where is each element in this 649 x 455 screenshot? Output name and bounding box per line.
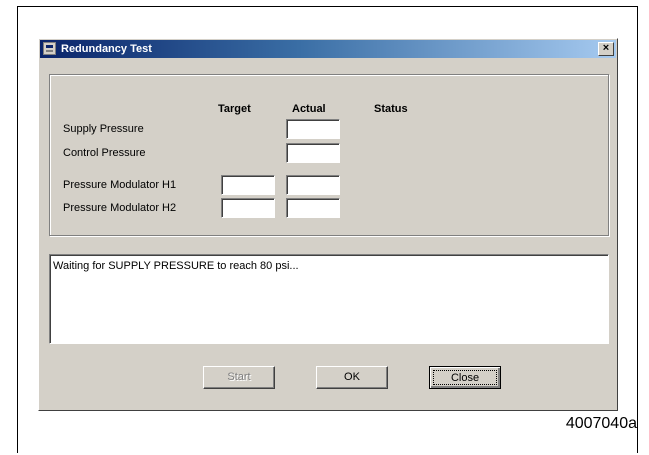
close-button[interactable]: Close (429, 366, 501, 389)
figure-code: 4007040a (565, 415, 637, 432)
title-bar[interactable]: Redundancy Test × (40, 40, 616, 58)
column-header-target: Target (218, 103, 251, 115)
app-icon (43, 42, 56, 55)
close-button-label: Close (450, 372, 480, 384)
ok-button-label: OK (344, 371, 360, 383)
window-title: Redundancy Test (61, 43, 152, 55)
row-label-control-pressure: Control Pressure (63, 147, 146, 159)
modulator-h2-actual-field[interactable] (286, 198, 340, 218)
status-log[interactable]: Waiting for SUPPLY PRESSURE to reach 80 … (49, 254, 609, 344)
status-log-message: Waiting for SUPPLY PRESSURE to reach 80 … (53, 260, 299, 272)
supply-pressure-actual-field[interactable] (286, 119, 340, 139)
close-window-button[interactable]: × (598, 42, 614, 56)
start-button[interactable]: Start (203, 366, 275, 389)
row-label-supply-pressure: Supply Pressure (63, 123, 144, 135)
modulator-h1-actual-field[interactable] (286, 175, 340, 195)
column-header-status: Status (374, 103, 408, 115)
modulator-h1-target-field[interactable] (221, 175, 275, 195)
modulator-h2-target-field[interactable] (221, 198, 275, 218)
row-label-modulator-h2: Pressure Modulator H2 (63, 202, 177, 214)
ok-button[interactable]: OK (316, 366, 388, 389)
focus-rectangle: Close (433, 370, 497, 385)
pressure-group: Target Actual Status Supply Pressure Con… (49, 74, 609, 236)
column-header-actual: Actual (292, 103, 326, 115)
start-button-label: Start (227, 371, 251, 383)
redundancy-test-dialog: Redundancy Test × Target Actual Status S… (38, 38, 618, 411)
control-pressure-actual-field[interactable] (286, 143, 340, 163)
row-label-modulator-h1: Pressure Modulator H1 (63, 179, 177, 191)
